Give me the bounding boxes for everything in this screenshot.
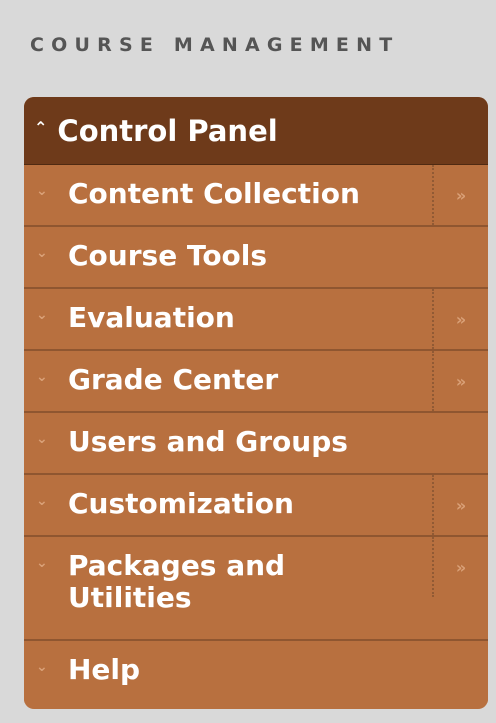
double-chevron-down-icon: ⌄	[36, 555, 48, 571]
double-chevron-down-icon: ⌄	[36, 183, 48, 199]
double-chevron-up-icon: ⌃	[34, 118, 48, 137]
menu-item-label: Customization	[68, 487, 294, 520]
double-chevron-down-icon: ⌄	[36, 493, 48, 509]
menu-item-label: Grade Center	[68, 363, 279, 396]
menu-item-label: Help	[68, 653, 141, 686]
menu-item-label: Packages and Utilities	[68, 549, 286, 614]
menu-item-evaluation[interactable]: ⌄ Evaluation »	[24, 289, 488, 351]
menu-item-course-tools[interactable]: ⌄ Course Tools	[24, 227, 488, 289]
menu-item-label: Course Tools	[68, 239, 268, 272]
double-chevron-down-icon: ⌄	[36, 659, 48, 675]
double-chevron-right-icon[interactable]: »	[432, 537, 488, 597]
course-management-heading: COURSE MANAGEMENT	[30, 34, 400, 56]
double-chevron-down-icon: ⌄	[36, 369, 48, 385]
menu-item-grade-center[interactable]: ⌄ Grade Center »	[24, 351, 488, 413]
double-chevron-right-icon[interactable]: »	[432, 165, 488, 225]
double-chevron-right-icon[interactable]: »	[432, 289, 488, 349]
menu-item-customization[interactable]: ⌄ Customization »	[24, 475, 488, 537]
menu-item-label: Users and Groups	[68, 425, 348, 458]
control-panel-header[interactable]: ⌃ Control Panel	[24, 97, 488, 165]
control-panel-title: Control Panel	[57, 113, 278, 148]
menu-item-label: Evaluation	[68, 301, 235, 334]
double-chevron-right-icon[interactable]: »	[432, 351, 488, 411]
menu-item-label: Content Collection	[68, 177, 360, 210]
menu-item-content-collection[interactable]: ⌄ Content Collection »	[24, 165, 488, 227]
control-panel: ⌃ Control Panel ⌄ Content Collection » ⌄…	[24, 97, 488, 709]
menu-item-users-and-groups[interactable]: ⌄ Users and Groups	[24, 413, 488, 475]
double-chevron-down-icon: ⌄	[36, 307, 48, 323]
menu-item-packages-and-utilities[interactable]: ⌄ Packages and Utilities »	[24, 537, 488, 641]
double-chevron-down-icon: ⌄	[36, 245, 48, 261]
double-chevron-down-icon: ⌄	[36, 431, 48, 447]
double-chevron-right-icon[interactable]: »	[432, 475, 488, 535]
menu-item-help[interactable]: ⌄ Help	[24, 641, 488, 703]
